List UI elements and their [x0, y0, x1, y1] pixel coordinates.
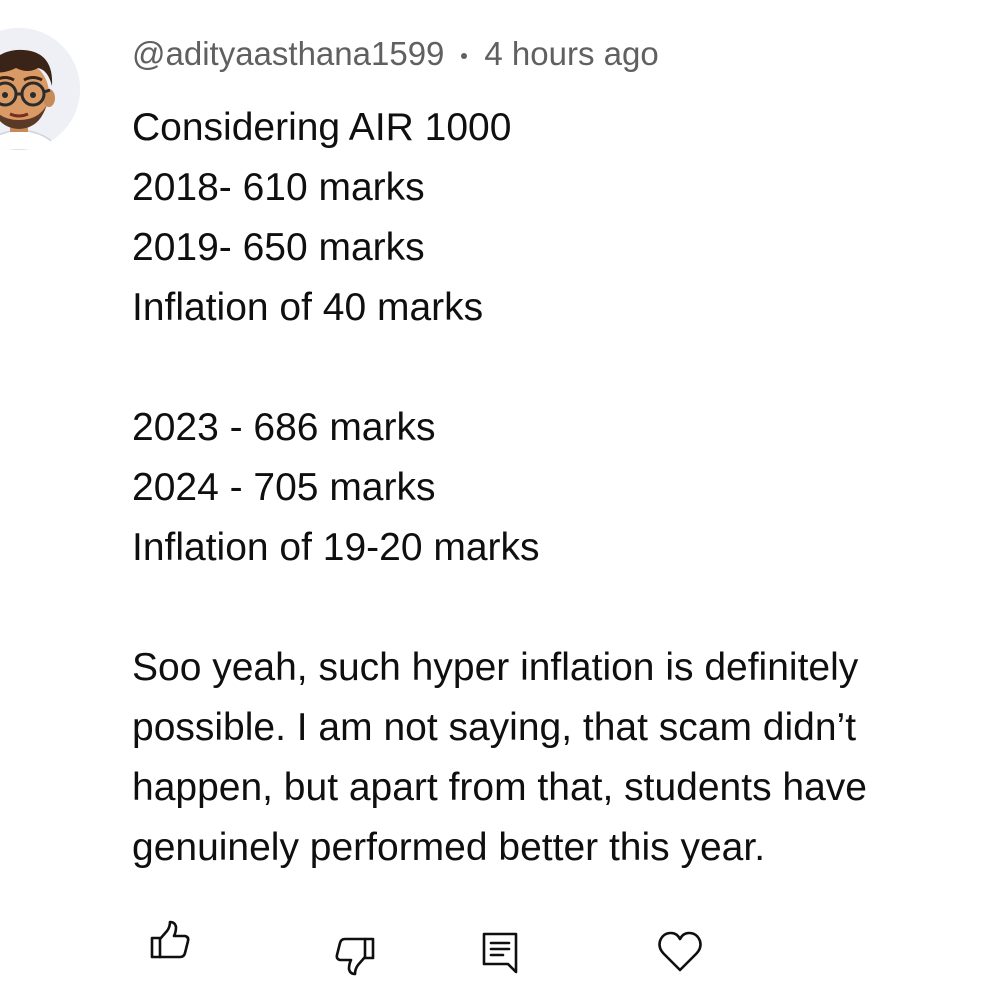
heart-icon [658, 931, 702, 972]
comment-line: happen, but apart from that, students ha… [132, 766, 867, 809]
comment-line: Considering AIR 1000 [132, 106, 512, 149]
comment-line: 2023 - 686 marks [132, 406, 436, 449]
comment-line: 2018- 610 marks [132, 166, 425, 209]
avatar[interactable] [0, 28, 80, 150]
dislike-button[interactable] [333, 934, 377, 978]
reply-comment-icon [482, 932, 518, 974]
comment-blank-line [132, 578, 992, 638]
comment-line: Inflation of 40 marks [132, 286, 484, 329]
comment-username[interactable]: @adityaasthana1599 [132, 35, 444, 73]
reply-button[interactable] [480, 930, 522, 976]
heart-button[interactable] [656, 928, 704, 974]
comment-line: 2019- 650 marks [132, 226, 425, 269]
comment-line: possible. I am not saying, that scam did… [132, 706, 857, 749]
thumbs-up-icon [150, 920, 190, 959]
comment-line: Inflation of 19-20 marks [132, 526, 540, 569]
like-button[interactable] [148, 918, 192, 962]
comment-blank-line [132, 338, 992, 398]
comment-meta: @adityaasthana1599 4 hours ago [132, 32, 659, 76]
comment-line: Soo yeah, such hyper inflation is defini… [132, 646, 859, 689]
cartoon-avatar-icon [0, 28, 80, 150]
thumbs-down-icon [335, 937, 375, 976]
comment-line: 2024 - 705 marks [132, 466, 436, 509]
comment-timestamp: 4 hours ago [484, 35, 659, 72]
comment-body: Considering AIR 1000 2018- 610 marks 201… [132, 98, 992, 878]
separator-dot [461, 53, 468, 59]
comment-line: genuinely performed better this year. [132, 826, 766, 869]
